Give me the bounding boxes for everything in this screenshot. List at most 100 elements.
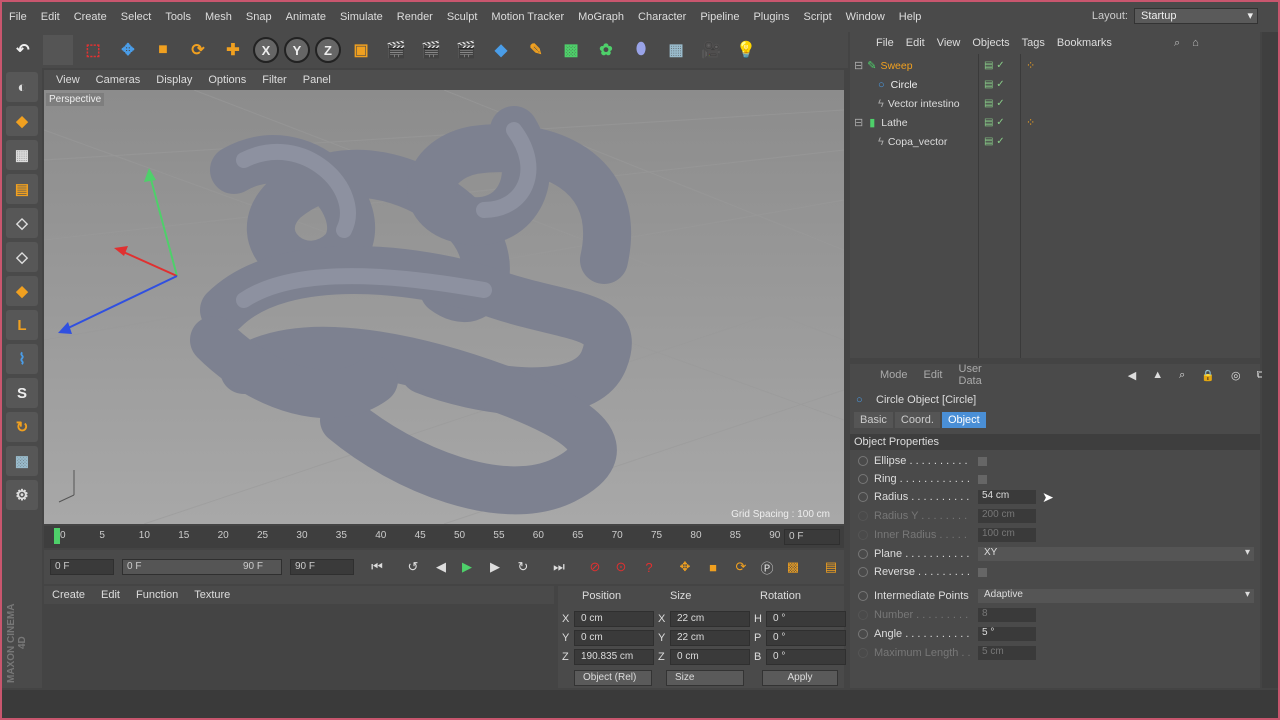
menu-tools[interactable]: Tools	[158, 11, 198, 23]
visibility-flags[interactable]: ▤ ✓	[984, 136, 1005, 147]
perspective-viewport[interactable]: Perspective Grid Spacing : 100 cm	[44, 90, 844, 524]
obj-menu-view[interactable]: View	[931, 37, 967, 49]
home-icon[interactable]: ⌂	[1186, 37, 1205, 49]
floor-icon[interactable]: ▦	[661, 35, 691, 65]
menu-mograph[interactable]: MoGraph	[571, 11, 631, 23]
render-view-icon[interactable]: 🎬	[381, 35, 411, 65]
attr-menu-mode[interactable]: Mode	[872, 369, 916, 381]
size-x-field[interactable]: 22 cm	[670, 611, 750, 627]
right-side-tabs[interactable]	[1262, 32, 1278, 688]
object-row-circle[interactable]: ○ Circle ▤ ✓	[850, 75, 1260, 94]
position-x-field[interactable]: 0 cm	[574, 611, 654, 627]
points-mode-icon[interactable]: ◇	[6, 208, 38, 238]
vp-menu-options[interactable]: Options	[200, 74, 254, 86]
y-axis-lock-icon[interactable]: Y	[284, 37, 310, 63]
menu-pipeline[interactable]: Pipeline	[693, 11, 746, 23]
vp-menu-view[interactable]: View	[48, 74, 88, 86]
animate-dot-icon[interactable]	[858, 474, 868, 484]
menu-edit[interactable]: Edit	[34, 11, 67, 23]
tag-icon[interactable]: ⁘	[1026, 59, 1035, 72]
texture-mode-icon[interactable]: ▦	[6, 140, 38, 170]
snapping-icon[interactable]: S	[6, 378, 38, 408]
z-axis-lock-icon[interactable]: Z	[315, 37, 341, 63]
animate-dot-icon[interactable]	[858, 591, 868, 601]
mat-menu-create[interactable]: Create	[44, 589, 93, 601]
coord-mode-dropdown[interactable]: Object (Rel)	[574, 670, 652, 686]
obj-menu-objects[interactable]: Objects	[966, 37, 1015, 49]
axis-mode-icon[interactable]: L	[6, 310, 38, 340]
rotation-b-field[interactable]: 0 °	[766, 649, 846, 665]
next-key-icon[interactable]: ▶	[484, 556, 506, 578]
cloner-icon[interactable]: ✿	[591, 35, 621, 65]
pen-icon[interactable]: ✎	[521, 35, 551, 65]
angle-field[interactable]: 5 °	[978, 627, 1036, 641]
animate-dot-icon[interactable]	[858, 456, 868, 466]
animate-dot-icon[interactable]	[858, 567, 868, 577]
tab-object[interactable]: Object	[941, 412, 986, 428]
vp-menu-display[interactable]: Display	[148, 74, 200, 86]
rotate-icon[interactable]: ⟳	[183, 35, 213, 65]
menu-simulate[interactable]: Simulate	[333, 11, 390, 23]
target-icon[interactable]: ◎	[1223, 369, 1249, 382]
mat-menu-function[interactable]: Function	[128, 589, 186, 601]
keyframe-selection-icon[interactable]: ?	[638, 556, 660, 578]
go-to-start-icon[interactable]: ⏮	[366, 556, 388, 578]
intermediate-points-dropdown[interactable]: Adaptive	[978, 589, 1254, 603]
object-row-sweep[interactable]: ⊟ ✎ Sweep ▤ ✓ ⁘	[850, 56, 1260, 75]
grid-icon[interactable]: ▩	[6, 446, 38, 476]
make-editable-icon[interactable]: ◐	[6, 72, 38, 102]
visibility-flags[interactable]: ▤ ✓	[984, 79, 1005, 90]
menu-mesh[interactable]: Mesh	[198, 11, 239, 23]
render-picture-viewer-icon[interactable]: 🎬	[416, 35, 446, 65]
cube-icon[interactable]: ◆	[486, 35, 516, 65]
vp-menu-panel[interactable]: Panel	[295, 74, 339, 86]
reverse-checkbox[interactable]	[978, 567, 987, 577]
menu-create[interactable]: Create	[67, 11, 114, 23]
ring-checkbox[interactable]	[978, 474, 987, 484]
min-frame-field[interactable]: 0 F	[50, 559, 114, 575]
current-frame-field[interactable]: 0 F	[784, 529, 840, 545]
transform-icon[interactable]: ✚	[218, 35, 248, 65]
apply-button[interactable]: Apply	[762, 670, 838, 686]
visibility-flags[interactable]: ▤ ✓	[984, 117, 1005, 128]
light-icon[interactable]: 💡	[731, 35, 761, 65]
search-icon[interactable]: ⌕	[1168, 37, 1186, 50]
tab-basic[interactable]: Basic	[854, 412, 893, 428]
object-row-vector-intestino[interactable]: ϟ Vector intestino ▤ ✓	[850, 94, 1260, 113]
edges-mode-icon[interactable]: ◇	[6, 242, 38, 272]
lock-icon[interactable]: 🔒	[1193, 369, 1223, 382]
key-parameter-icon[interactable]: Ⓟ	[756, 556, 778, 578]
animate-dot-icon[interactable]	[858, 492, 868, 502]
x-axis-lock-icon[interactable]: X	[253, 37, 279, 63]
max-frame-field[interactable]: 90 F	[290, 559, 354, 575]
workplane-icon[interactable]: ▤	[6, 174, 38, 204]
plane-dropdown[interactable]: XY	[978, 547, 1254, 561]
key-position-icon[interactable]: ✥	[674, 556, 696, 578]
object-row-lathe[interactable]: ⊟ ▮ Lathe ▤ ✓ ⁘	[850, 113, 1260, 132]
tweak-mode-icon[interactable]: ⌇	[6, 344, 38, 374]
menu-render[interactable]: Render	[390, 11, 440, 23]
render-settings-icon[interactable]: 🎬	[451, 35, 481, 65]
settings-icon[interactable]: ⚙	[6, 480, 38, 510]
up-arrow-icon[interactable]: ▲	[1144, 369, 1171, 381]
collapse-icon[interactable]: ⊟	[854, 116, 863, 129]
subdivision-icon[interactable]: ▩	[556, 35, 586, 65]
tab-coord[interactable]: Coord.	[894, 412, 940, 428]
search-icon[interactable]: ⌕	[1171, 369, 1193, 382]
size-mode-dropdown[interactable]: Size	[666, 670, 744, 686]
visibility-flags[interactable]: ▤ ✓	[984, 98, 1005, 109]
menu-file[interactable]: File	[2, 11, 34, 23]
back-arrow-icon[interactable]: ◀	[1120, 369, 1144, 382]
animate-dot-icon[interactable]	[858, 549, 868, 559]
mat-menu-texture[interactable]: Texture	[186, 589, 238, 601]
workplane-lock-icon[interactable]: ↻	[6, 412, 38, 442]
camera-icon[interactable]: 🎥	[696, 35, 726, 65]
obj-menu-edit[interactable]: Edit	[900, 37, 931, 49]
layout-dropdown[interactable]: Startup	[1134, 8, 1258, 24]
object-row-copa-vector[interactable]: ϟ Copa_vector ▤ ✓	[850, 132, 1260, 151]
obj-menu-bookmarks[interactable]: Bookmarks	[1051, 37, 1118, 49]
obj-menu-file[interactable]: File	[870, 37, 900, 49]
size-z-field[interactable]: 0 cm	[670, 649, 750, 665]
timeline-ruler[interactable]: 0 5 10 15 20 25 30 35 40 45 50 55 60 65 70 75 80 85 90 0 F	[44, 526, 844, 548]
menu-sculpt[interactable]: Sculpt	[440, 11, 485, 23]
